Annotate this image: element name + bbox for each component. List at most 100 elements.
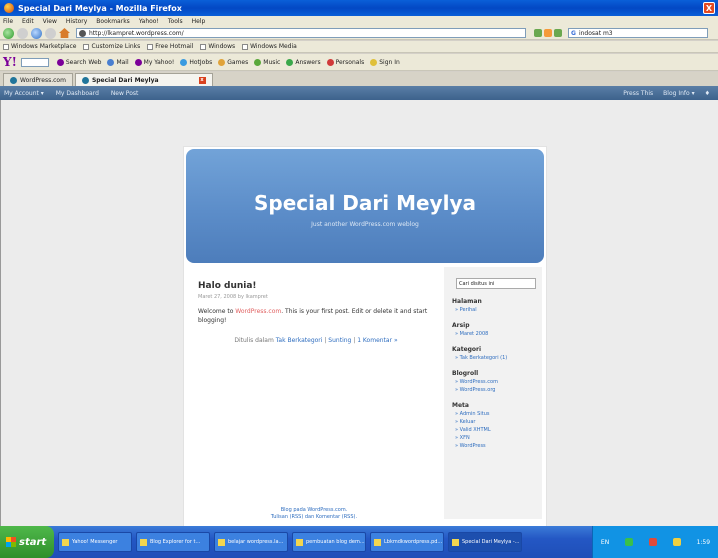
rss-icon[interactable] xyxy=(544,29,552,37)
yahoo-item-label: Sign In xyxy=(379,58,400,66)
address-bar[interactable]: http://lkampret.wordpress.com/ xyxy=(76,28,526,38)
bookmark-item[interactable]: Free Hotmail xyxy=(147,43,193,50)
taskbar-button[interactable]: Yahoo! Messenger xyxy=(58,532,132,552)
sidebar-link[interactable]: » Keluar xyxy=(452,419,534,425)
bookmark-item[interactable]: Windows xyxy=(200,43,235,50)
search-text: indosat m3 xyxy=(578,29,613,37)
start-button[interactable]: start xyxy=(0,526,54,558)
menu-edit[interactable]: Edit xyxy=(22,18,34,25)
taskbar-label: Lbkmdkwordpress.pd... xyxy=(384,539,443,545)
google-icon: G xyxy=(571,29,576,37)
sidebar-link[interactable]: » WordPress.org xyxy=(452,387,534,393)
my-dashboard-link[interactable]: My Dashboard xyxy=(56,90,99,97)
menu-help[interactable]: Help xyxy=(192,18,206,25)
bookmark-star-icon[interactable] xyxy=(534,29,542,37)
kategori-list: » Tak Berkategori (1) xyxy=(452,355,534,361)
sidebar-link[interactable]: » WordPress.com xyxy=(452,379,534,385)
taskbar-button[interactable]: pembuatan blog dem... xyxy=(292,532,366,552)
footer-rss-links[interactable]: Tulisan (RSS) dan Komentar (RSS). xyxy=(184,514,444,521)
link-label: Perihal xyxy=(459,307,477,313)
admin-bar-left: My Account ▾ My Dashboard New Post xyxy=(4,90,148,97)
firefox-icon xyxy=(4,3,14,13)
bookmark-item[interactable]: Windows Marketplace xyxy=(3,43,76,50)
blog-title[interactable]: Special Dari Meylya xyxy=(186,191,544,215)
taskbar-label: belajar wordpress.la... xyxy=(228,539,284,545)
wordpress-link[interactable]: WordPress.com xyxy=(235,308,281,315)
security-icon[interactable] xyxy=(648,538,657,546)
menu-tools[interactable]: Tools xyxy=(168,18,183,25)
tab-special-dari-meylya[interactable]: Special Dari Meylya x xyxy=(74,73,213,86)
taskbar-button[interactable]: belajar wordpress.la... xyxy=(214,532,288,552)
tab-close-icon[interactable]: x xyxy=(198,76,206,84)
back-icon[interactable] xyxy=(3,27,14,39)
post-body: Welcome to WordPress.com. This is your f… xyxy=(198,307,434,325)
yahoo-personals[interactable]: Personals xyxy=(326,58,365,66)
document-icon xyxy=(218,538,225,546)
yahoo-my-yahoo[interactable]: My Yahoo! xyxy=(134,58,174,66)
post-body-text: Welcome to xyxy=(198,308,236,315)
sidebar-link[interactable]: » Admin Situs xyxy=(452,411,534,417)
stop-icon[interactable] xyxy=(45,27,56,39)
yahoo-hotjobs[interactable]: HotJobs xyxy=(180,58,212,66)
yahoo-item-label: Music xyxy=(263,58,281,66)
yahoo-sign-in[interactable]: Sign In xyxy=(370,58,400,66)
home-icon[interactable] xyxy=(59,28,70,38)
press-this-link[interactable]: Press This xyxy=(623,90,653,97)
footer-powered-link[interactable]: Blog pada WordPress.com. xyxy=(184,507,444,514)
taskbar-button[interactable]: Blog Explorer for t... xyxy=(136,532,210,552)
search-box[interactable]: G indosat m3 xyxy=(568,28,708,38)
sidebar-link[interactable]: » Tak Berkategori (1) xyxy=(452,355,534,361)
taskbar-label: Special Dari Meylya -... xyxy=(462,539,520,545)
new-post-link[interactable]: New Post xyxy=(111,90,139,97)
yahoo-search-input[interactable] xyxy=(20,57,49,67)
post-title[interactable]: Halo dunia! xyxy=(198,281,434,291)
sidebar-link[interactable]: » XFN xyxy=(452,435,534,441)
comments-link[interactable]: 1 Komentar » xyxy=(357,337,397,344)
volume-icon[interactable] xyxy=(672,538,681,546)
taskbar-button-active[interactable]: Special Dari Meylya -... xyxy=(448,532,522,552)
tab-wordpress[interactable]: WordPress.com xyxy=(3,73,73,86)
sidebar-link[interactable]: » Valid XHTML xyxy=(452,427,534,433)
page-icon xyxy=(200,43,207,50)
reload-icon[interactable] xyxy=(31,27,42,39)
site-icon xyxy=(79,29,86,37)
yahoo-item-label: Answers xyxy=(295,58,321,66)
start-label: start xyxy=(19,536,47,548)
yahoo-icon xyxy=(134,58,142,66)
go-icon[interactable] xyxy=(554,29,562,37)
menu-view[interactable]: View xyxy=(43,18,57,25)
sidebar-link[interactable]: » Perihal xyxy=(452,307,534,313)
network-icon[interactable] xyxy=(625,538,634,546)
yahoo-search-web[interactable]: Search Web xyxy=(56,58,101,66)
yahoo-mail[interactable]: Mail xyxy=(107,58,129,66)
wordpress-logo-icon[interactable]: ♦ xyxy=(705,90,710,97)
blog-header[interactable]: Special Dari Meylya Just another WordPre… xyxy=(186,149,544,263)
sidebar-search-input[interactable]: Cari disitus ini xyxy=(456,278,536,289)
yahoo-logo[interactable]: Y! xyxy=(3,55,17,69)
sidebar-link[interactable]: » WordPress xyxy=(452,443,534,449)
menu-history[interactable]: History xyxy=(66,18,87,25)
blog-info-link[interactable]: Blog Info ▾ xyxy=(663,90,694,97)
yahoo-answers[interactable]: Answers xyxy=(286,58,321,66)
wordpress-admin-bar: My Account ▾ My Dashboard New Post Press… xyxy=(0,86,718,100)
blogroll-list: » WordPress.com » WordPress.org xyxy=(452,379,534,393)
edit-link[interactable]: Sunting xyxy=(328,337,351,344)
bookmark-item[interactable]: Customize Links xyxy=(83,43,140,50)
category-link[interactable]: Tak Berkategori xyxy=(276,337,323,344)
menu-file[interactable]: File xyxy=(3,18,13,25)
post-footer: Ditulis dalam Tak Berkategori | Sunting … xyxy=(198,337,434,344)
menu-yahoo[interactable]: Yahoo! xyxy=(139,18,159,25)
forward-icon[interactable] xyxy=(17,27,28,39)
menu-bookmarks[interactable]: Bookmarks xyxy=(96,18,130,25)
sidebar-link[interactable]: » Maret 2008 xyxy=(452,331,534,337)
bookmark-item[interactable]: Windows Media xyxy=(242,43,297,50)
my-account-link[interactable]: My Account ▾ xyxy=(4,90,44,97)
window-close-button[interactable]: X xyxy=(703,2,715,14)
firefox-icon xyxy=(452,538,459,546)
yahoo-item-label: Personals xyxy=(335,58,365,66)
language-indicator[interactable]: EN xyxy=(601,539,609,546)
taskbar-button[interactable]: Lbkmdkwordpress.pd... xyxy=(370,532,444,552)
yahoo-games[interactable]: Games xyxy=(218,58,248,66)
yahoo-music[interactable]: Music xyxy=(254,58,281,66)
page-viewport: Special Dari Meylya Just another WordPre… xyxy=(0,100,718,529)
